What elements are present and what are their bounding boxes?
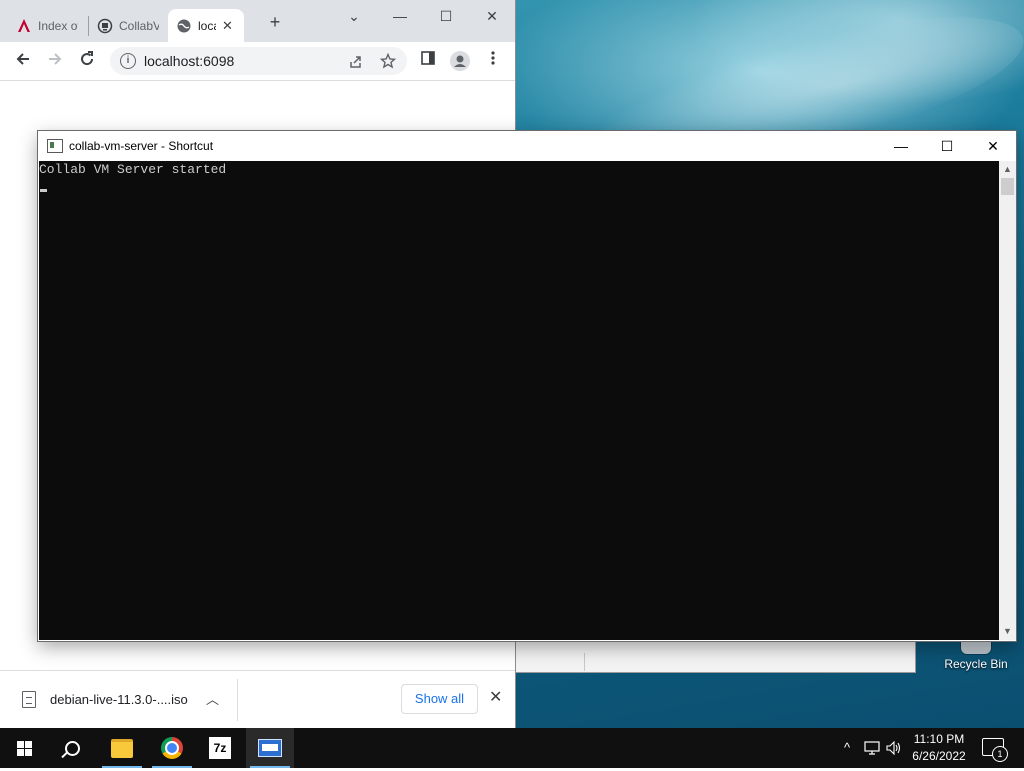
system-clock[interactable]: 11:10 PM 6/26/2022 xyxy=(900,731,978,765)
console-taskbar-button[interactable] xyxy=(246,728,294,768)
chrome-icon xyxy=(161,737,183,759)
close-window-button[interactable]: ✕ xyxy=(469,4,515,28)
collabvm-icon xyxy=(97,18,113,33)
background-window[interactable] xyxy=(515,640,916,673)
chrome-taskbar-button[interactable] xyxy=(148,728,196,768)
maximize-button[interactable]: ☐ xyxy=(423,4,469,28)
file-explorer-button[interactable] xyxy=(98,728,146,768)
console-titlebar[interactable]: collab-vm-server - Shortcut — ☐ ✕ xyxy=(38,131,1016,161)
angular-icon xyxy=(18,18,30,32)
download-item[interactable]: debian-live-11.3.0-....iso ︿ xyxy=(16,683,238,717)
download-shelf: debian-live-11.3.0-....iso ︿ Show all ✕ xyxy=(0,670,515,729)
search-button[interactable] xyxy=(48,728,96,768)
console-app-icon[interactable] xyxy=(47,139,63,153)
address-bar[interactable]: i localhost:6098 xyxy=(110,47,407,75)
windows-icon xyxy=(16,740,32,756)
forward-arrow-icon xyxy=(49,53,62,65)
scroll-down-arrow-icon[interactable]: ▼ xyxy=(999,623,1016,640)
network-tray-icon xyxy=(864,741,880,755)
browser-toolbar: i localhost:6098 xyxy=(0,42,515,81)
tab-localhost[interactable]: localhost ✕ xyxy=(168,9,244,42)
console-output-area[interactable]: Collab VM Server started xyxy=(39,161,999,640)
clock-date: 6/26/2022 xyxy=(912,749,966,763)
console-title: collab-vm-server - Shortcut xyxy=(69,139,214,153)
7zip-taskbar-button[interactable]: 7z xyxy=(196,728,244,768)
notification-count-badge: 1 xyxy=(992,746,1008,762)
folder-icon xyxy=(111,738,133,758)
globe-icon xyxy=(177,19,191,32)
close-download-shelf-icon[interactable]: ✕ xyxy=(489,687,502,707)
console-output-line: Collab VM Server started xyxy=(39,162,227,177)
back-button[interactable] xyxy=(12,50,34,72)
console-maximize-button[interactable]: ☐ xyxy=(924,131,970,161)
show-hidden-icons-button[interactable]: ^ xyxy=(838,728,856,768)
taskbar: 7z ^ 11:10 PM 6/26/2022 1 xyxy=(0,728,1024,768)
clock-time: 11:10 PM xyxy=(913,732,965,746)
tab-label: Index of xyxy=(38,18,78,33)
scroll-thumb[interactable] xyxy=(1001,178,1014,195)
new-tab-button[interactable]: + xyxy=(252,10,298,34)
console-window: collab-vm-server - Shortcut — ☐ ✕ Collab… xyxy=(38,131,1016,641)
console-icon xyxy=(258,739,282,757)
side-panel-icon xyxy=(421,51,435,65)
tab-search-button[interactable]: ⌄ xyxy=(331,4,377,28)
console-close-button[interactable]: ✕ xyxy=(970,131,1016,161)
bookmark-star-icon[interactable] xyxy=(380,53,396,69)
console-cursor xyxy=(40,189,47,192)
chevron-up-icon[interactable]: ︿ xyxy=(206,689,219,708)
console-scrollbar[interactable]: ▲ ▼ xyxy=(999,161,1016,640)
site-info-icon[interactable]: i xyxy=(120,53,136,69)
download-divider xyxy=(237,679,238,721)
back-arrow-icon xyxy=(16,53,29,65)
console-minimize-button[interactable]: — xyxy=(878,131,924,161)
forward-button[interactable] xyxy=(44,50,66,72)
close-tab-icon[interactable]: ✕ xyxy=(222,18,233,34)
show-all-button[interactable]: Show all xyxy=(401,684,478,714)
side-panel-button[interactable] xyxy=(417,50,439,72)
tab-label: CollabVM xyxy=(119,18,159,33)
chevron-up-icon: ^ xyxy=(843,740,851,755)
7zip-icon: 7z xyxy=(209,737,231,759)
tab-strip: Index of CollabVM localhost ✕ + ⌄ — ☐ ✕ xyxy=(0,0,515,42)
scroll-up-arrow-icon[interactable]: ▲ xyxy=(999,161,1016,178)
share-icon[interactable] xyxy=(348,54,364,70)
search-icon xyxy=(64,740,80,756)
network-icon[interactable] xyxy=(862,728,882,768)
reload-button[interactable] xyxy=(76,50,98,72)
file-icon xyxy=(22,691,36,708)
tab-collabvm[interactable]: CollabVM xyxy=(89,9,167,42)
recycle-bin-label: Recycle Bin xyxy=(944,657,1008,671)
reload-icon xyxy=(81,51,94,66)
chrome-menu-button[interactable] xyxy=(482,50,504,72)
minimize-button[interactable]: — xyxy=(377,4,423,28)
profile-button[interactable] xyxy=(449,50,471,72)
profile-avatar-icon xyxy=(450,51,470,71)
tab-index[interactable]: Index of xyxy=(8,9,88,42)
background-window-field xyxy=(524,653,585,671)
start-button[interactable] xyxy=(0,728,48,768)
more-vert-icon xyxy=(491,51,495,65)
tab-label: localhost xyxy=(198,18,216,33)
download-filename[interactable]: debian-live-11.3.0-....iso xyxy=(50,692,188,707)
address-url[interactable]: localhost:6098 xyxy=(144,53,234,69)
